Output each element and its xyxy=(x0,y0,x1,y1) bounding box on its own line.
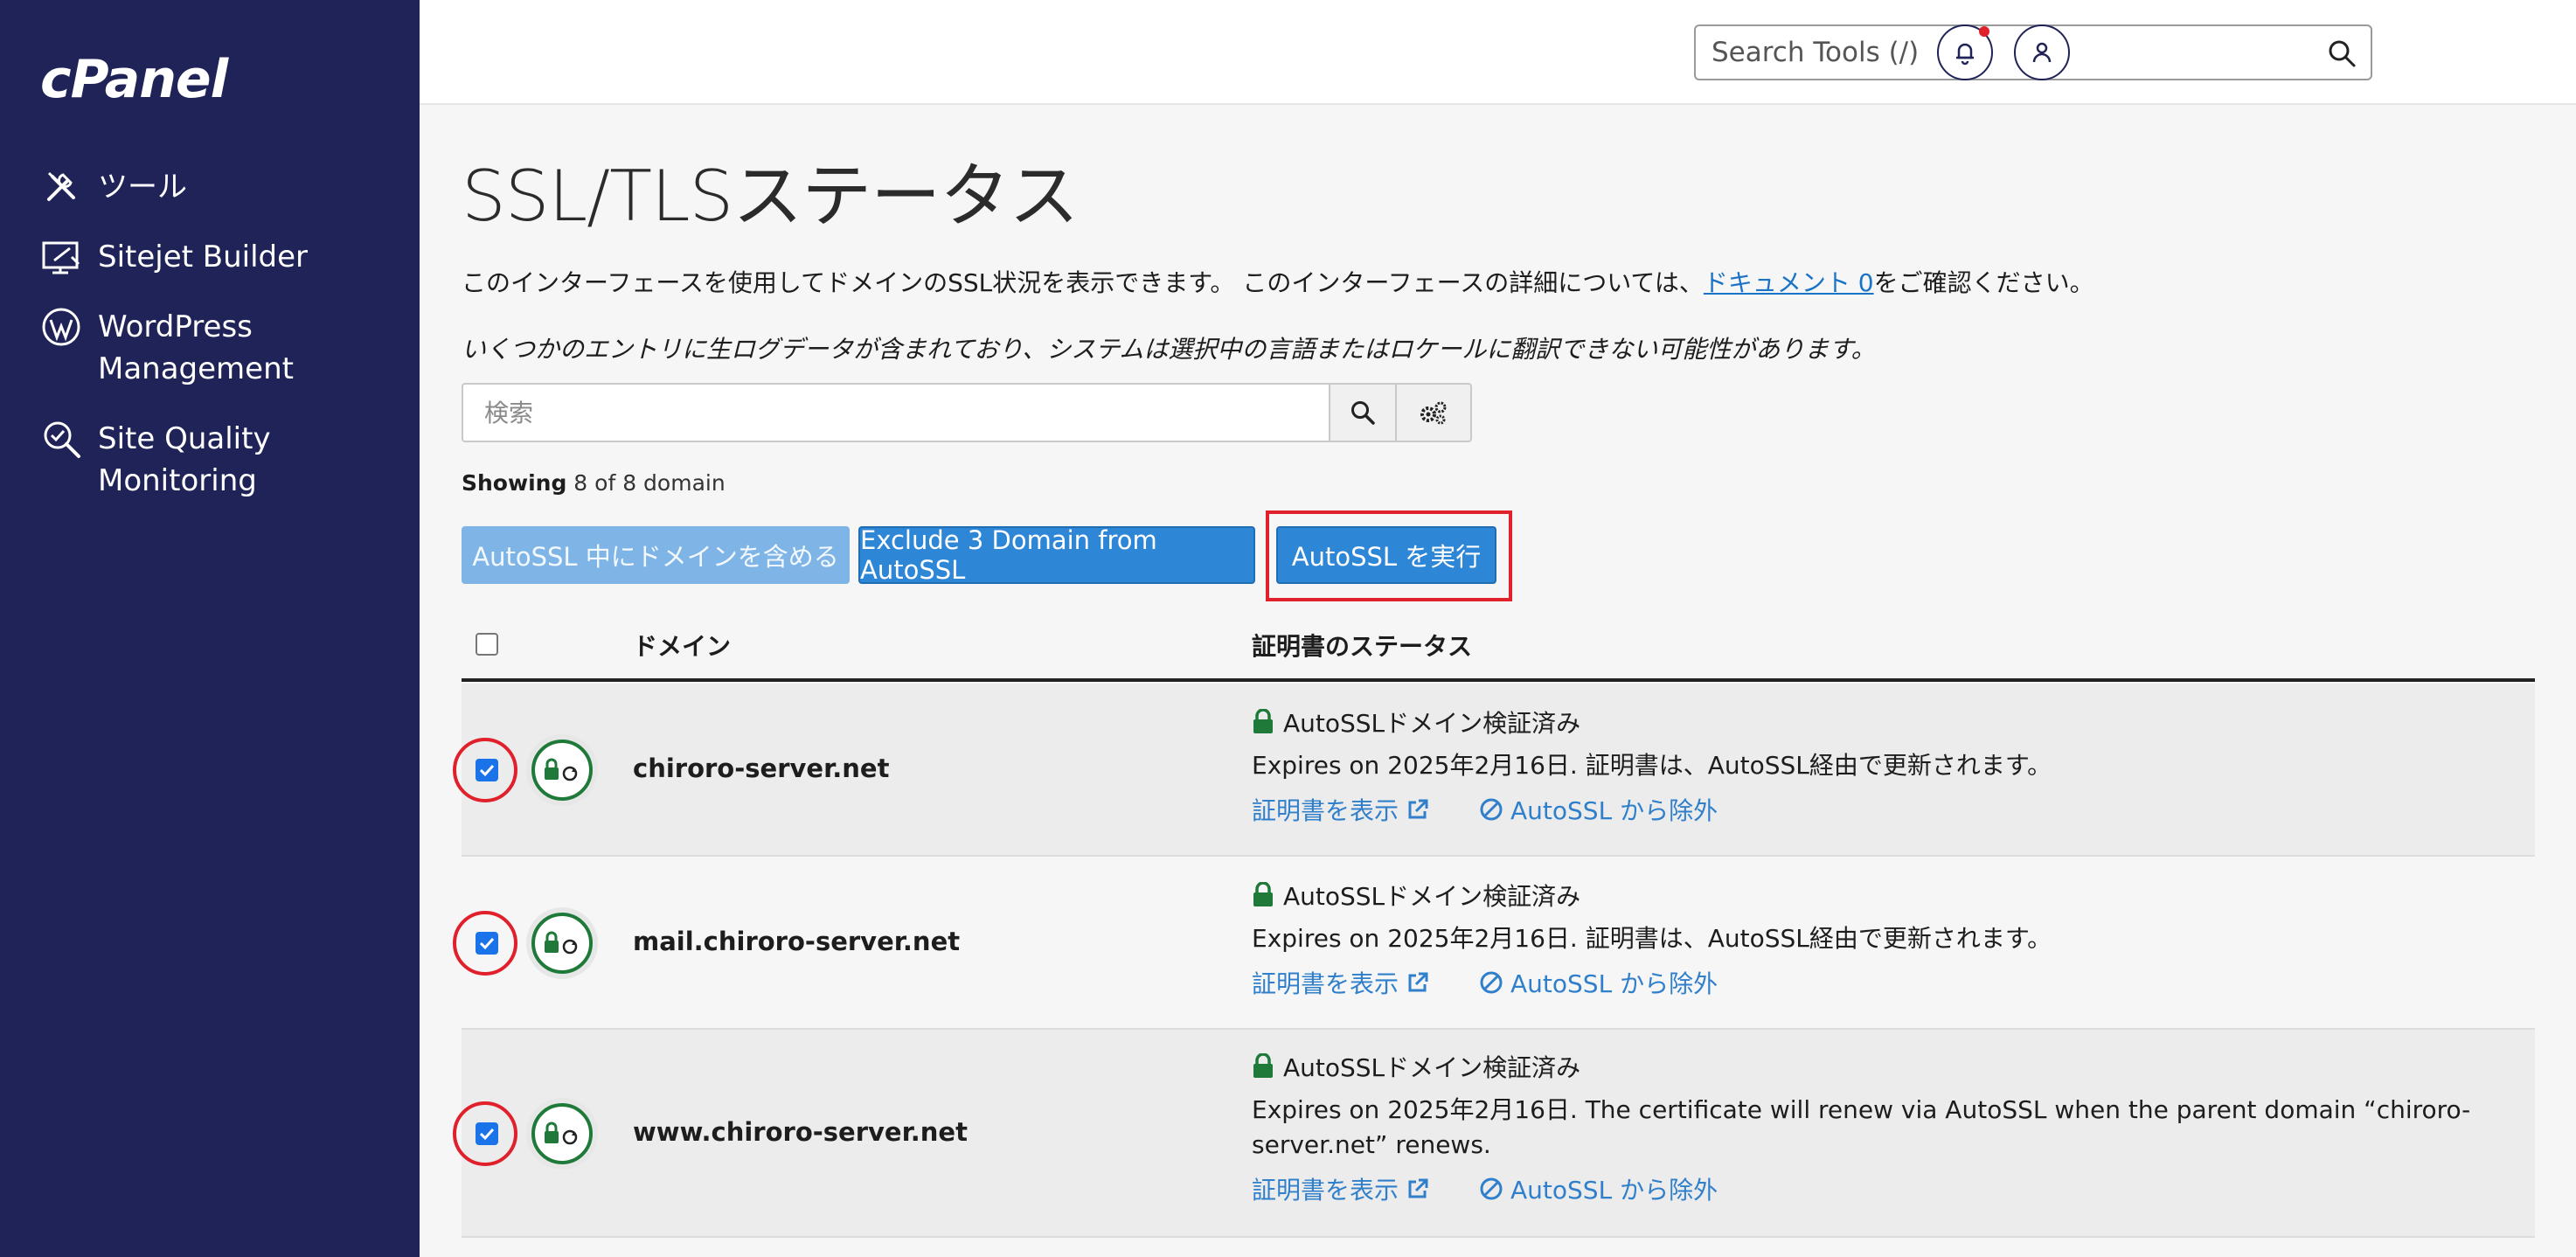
documentation-link[interactable]: ドキュメント 0 xyxy=(1704,268,1874,297)
sidebar-item-label: ツール xyxy=(98,170,187,205)
view-certificate-link[interactable]: 証明書を表示 xyxy=(1252,1171,1430,1206)
table-row: chiroro-server.net AutoSSLドメイン検証済み Expir… xyxy=(453,684,2535,857)
external-link-icon xyxy=(1408,799,1428,819)
row-checkbox[interactable] xyxy=(476,759,498,781)
bell-icon xyxy=(1956,43,1974,66)
view-certificate-link[interactable]: 証明書を表示 xyxy=(1252,965,1430,1000)
lock-icon xyxy=(1253,1053,1273,1078)
table-row: www.chiroro-server.net AutoSSLドメイン検証済み E… xyxy=(453,1030,2535,1238)
external-link-icon xyxy=(1408,1178,1428,1198)
cpanel-logo[interactable]: cPanel xyxy=(40,49,228,110)
ssl-status-indicator xyxy=(526,1098,598,1170)
filter-search-button[interactable] xyxy=(1329,383,1397,442)
filter-input[interactable] xyxy=(462,383,1329,442)
sidebar-item-wordpress[interactable]: WordPress Management xyxy=(40,306,294,390)
filter-group xyxy=(462,383,1479,442)
ssl-status-indicator xyxy=(526,907,598,979)
description-suffix: をご確認ください。 xyxy=(1873,268,2094,297)
exclude-label: AutoSSL から除外 xyxy=(1510,969,1718,998)
site-quality-icon xyxy=(44,421,80,458)
ban-icon xyxy=(1480,971,1503,994)
expiry-text: Expires on 2025年2月16日. 証明書は、AutoSSL経由で更新… xyxy=(1252,751,2052,780)
sidebar-item-tools[interactable]: ツール xyxy=(40,166,187,208)
checkmark-icon xyxy=(479,764,495,777)
showing-text: 8 of 8 domain xyxy=(573,470,726,496)
sidebar-item-label: Sitejet Builder xyxy=(98,240,309,274)
exclude-label: AutoSSL から除外 xyxy=(1510,796,1718,825)
page-description: このインターフェースを使用してドメインのSSL状況を表示できます。 このインター… xyxy=(462,264,2094,299)
row-checkbox[interactable] xyxy=(476,932,498,955)
domain-name: www.chiroro-server.net xyxy=(633,1117,968,1147)
wordpress-icon xyxy=(42,308,80,346)
view-certificate-label: 証明書を表示 xyxy=(1252,1176,1399,1205)
exclude-from-autossl-link[interactable]: AutoSSL から除外 xyxy=(1479,1171,1718,1206)
ban-icon xyxy=(1480,1177,1503,1200)
status-text: AutoSSLドメイン検証済み xyxy=(1283,709,1581,738)
user-icon xyxy=(2032,42,2052,63)
sidebar-item-site-quality[interactable]: Site Quality Monitoring xyxy=(40,418,271,502)
checkmark-icon xyxy=(479,1128,495,1141)
lock-renew-icon xyxy=(545,758,578,781)
lock-icon xyxy=(1253,882,1273,906)
exclude-from-autossl-link[interactable]: AutoSSL から除外 xyxy=(1479,792,1718,827)
view-certificate-label: 証明書を表示 xyxy=(1252,796,1399,825)
search-tools-input[interactable] xyxy=(1710,31,2304,73)
domain-name: chiroro-server.net xyxy=(633,754,890,783)
exclude-label: AutoSSL から除外 xyxy=(1510,1176,1718,1205)
sitejet-icon xyxy=(42,241,80,274)
user-menu-button[interactable] xyxy=(2014,24,2070,80)
column-header-domain[interactable]: ドメイン xyxy=(633,628,731,663)
certificate-status: AutoSSLドメイン検証済み Expires on 2025年2月16日. T… xyxy=(1252,1049,2528,1206)
status-text: AutoSSLドメイン検証済み xyxy=(1283,1053,1581,1082)
lock-renew-icon xyxy=(545,1122,578,1145)
notifications-button[interactable] xyxy=(1937,24,1993,80)
search-icon xyxy=(1351,401,1375,425)
view-certificate-label: 証明書を表示 xyxy=(1252,969,1399,998)
exclude-from-autossl-button[interactable]: Exclude 3 Domain from AutoSSL xyxy=(858,525,1255,585)
ban-icon xyxy=(1480,798,1503,821)
checkmark-icon xyxy=(479,937,495,950)
tools-icon xyxy=(47,171,75,201)
lock-renew-icon xyxy=(545,931,578,955)
top-header xyxy=(420,0,2576,105)
locale-notice: いくつかのエントリに生ログデータが含まれており、システムは選択中の言語またはロケ… xyxy=(462,335,1876,364)
sidebar-item-label: Site Quality Monitoring xyxy=(98,421,271,498)
sidebar-item-sitejet[interactable]: Sitejet Builder xyxy=(40,236,308,278)
showing-label: Showing xyxy=(462,470,567,496)
page-title: SSL/TLSステータス xyxy=(462,156,1079,237)
filter-settings-button[interactable] xyxy=(1397,383,1472,442)
lock-icon xyxy=(1253,709,1273,733)
select-all-checkbox[interactable] xyxy=(476,633,498,656)
notification-dot xyxy=(1979,26,1989,37)
description-prefix: このインターフェースを使用してドメインのSSL状況を表示できます。 このインター… xyxy=(462,268,1704,297)
certificate-status: AutoSSLドメイン検証済み Expires on 2025年2月16日. 証… xyxy=(1252,705,2528,827)
include-in-autossl-button[interactable]: AutoSSL 中にドメインを含める xyxy=(462,526,850,584)
results-count: Showing 8 of 8 domain xyxy=(462,470,726,496)
gears-icon xyxy=(1420,401,1447,425)
row-checkbox[interactable] xyxy=(476,1122,498,1145)
search-icon[interactable] xyxy=(2327,38,2357,68)
domain-name: mail.chiroro-server.net xyxy=(633,927,961,956)
certificate-status: AutoSSLドメイン検証済み Expires on 2025年2月16日. 証… xyxy=(1252,878,2528,1000)
external-link-icon xyxy=(1408,972,1428,992)
exclude-from-autossl-link[interactable]: AutoSSL から除外 xyxy=(1479,965,1718,1000)
table-header: ドメイン 証明書のステータス xyxy=(462,605,2535,682)
sidebar-item-label: WordPress Management xyxy=(98,309,294,386)
table-row: mail.chiroro-server.net AutoSSLドメイン検証済み … xyxy=(453,857,2535,1030)
highlight-annotation xyxy=(1266,510,1512,601)
expiry-text: Expires on 2025年2月16日. 証明書は、AutoSSL経由で更新… xyxy=(1252,924,2052,953)
ssl-status-indicator xyxy=(526,734,598,806)
expiry-text: Expires on 2025年2月16日. The certificate w… xyxy=(1252,1095,2471,1159)
main-content: SSL/TLSステータス このインターフェースを使用してドメインのSSL状況を表… xyxy=(420,107,2576,1257)
column-header-status[interactable]: 証明書のステータス xyxy=(1252,628,1472,663)
sidebar: cPanel ツール Sitejet Builder WordPress Man… xyxy=(0,0,420,1257)
status-text: AutoSSLドメイン検証済み xyxy=(1283,882,1581,911)
view-certificate-link[interactable]: 証明書を表示 xyxy=(1252,792,1430,827)
